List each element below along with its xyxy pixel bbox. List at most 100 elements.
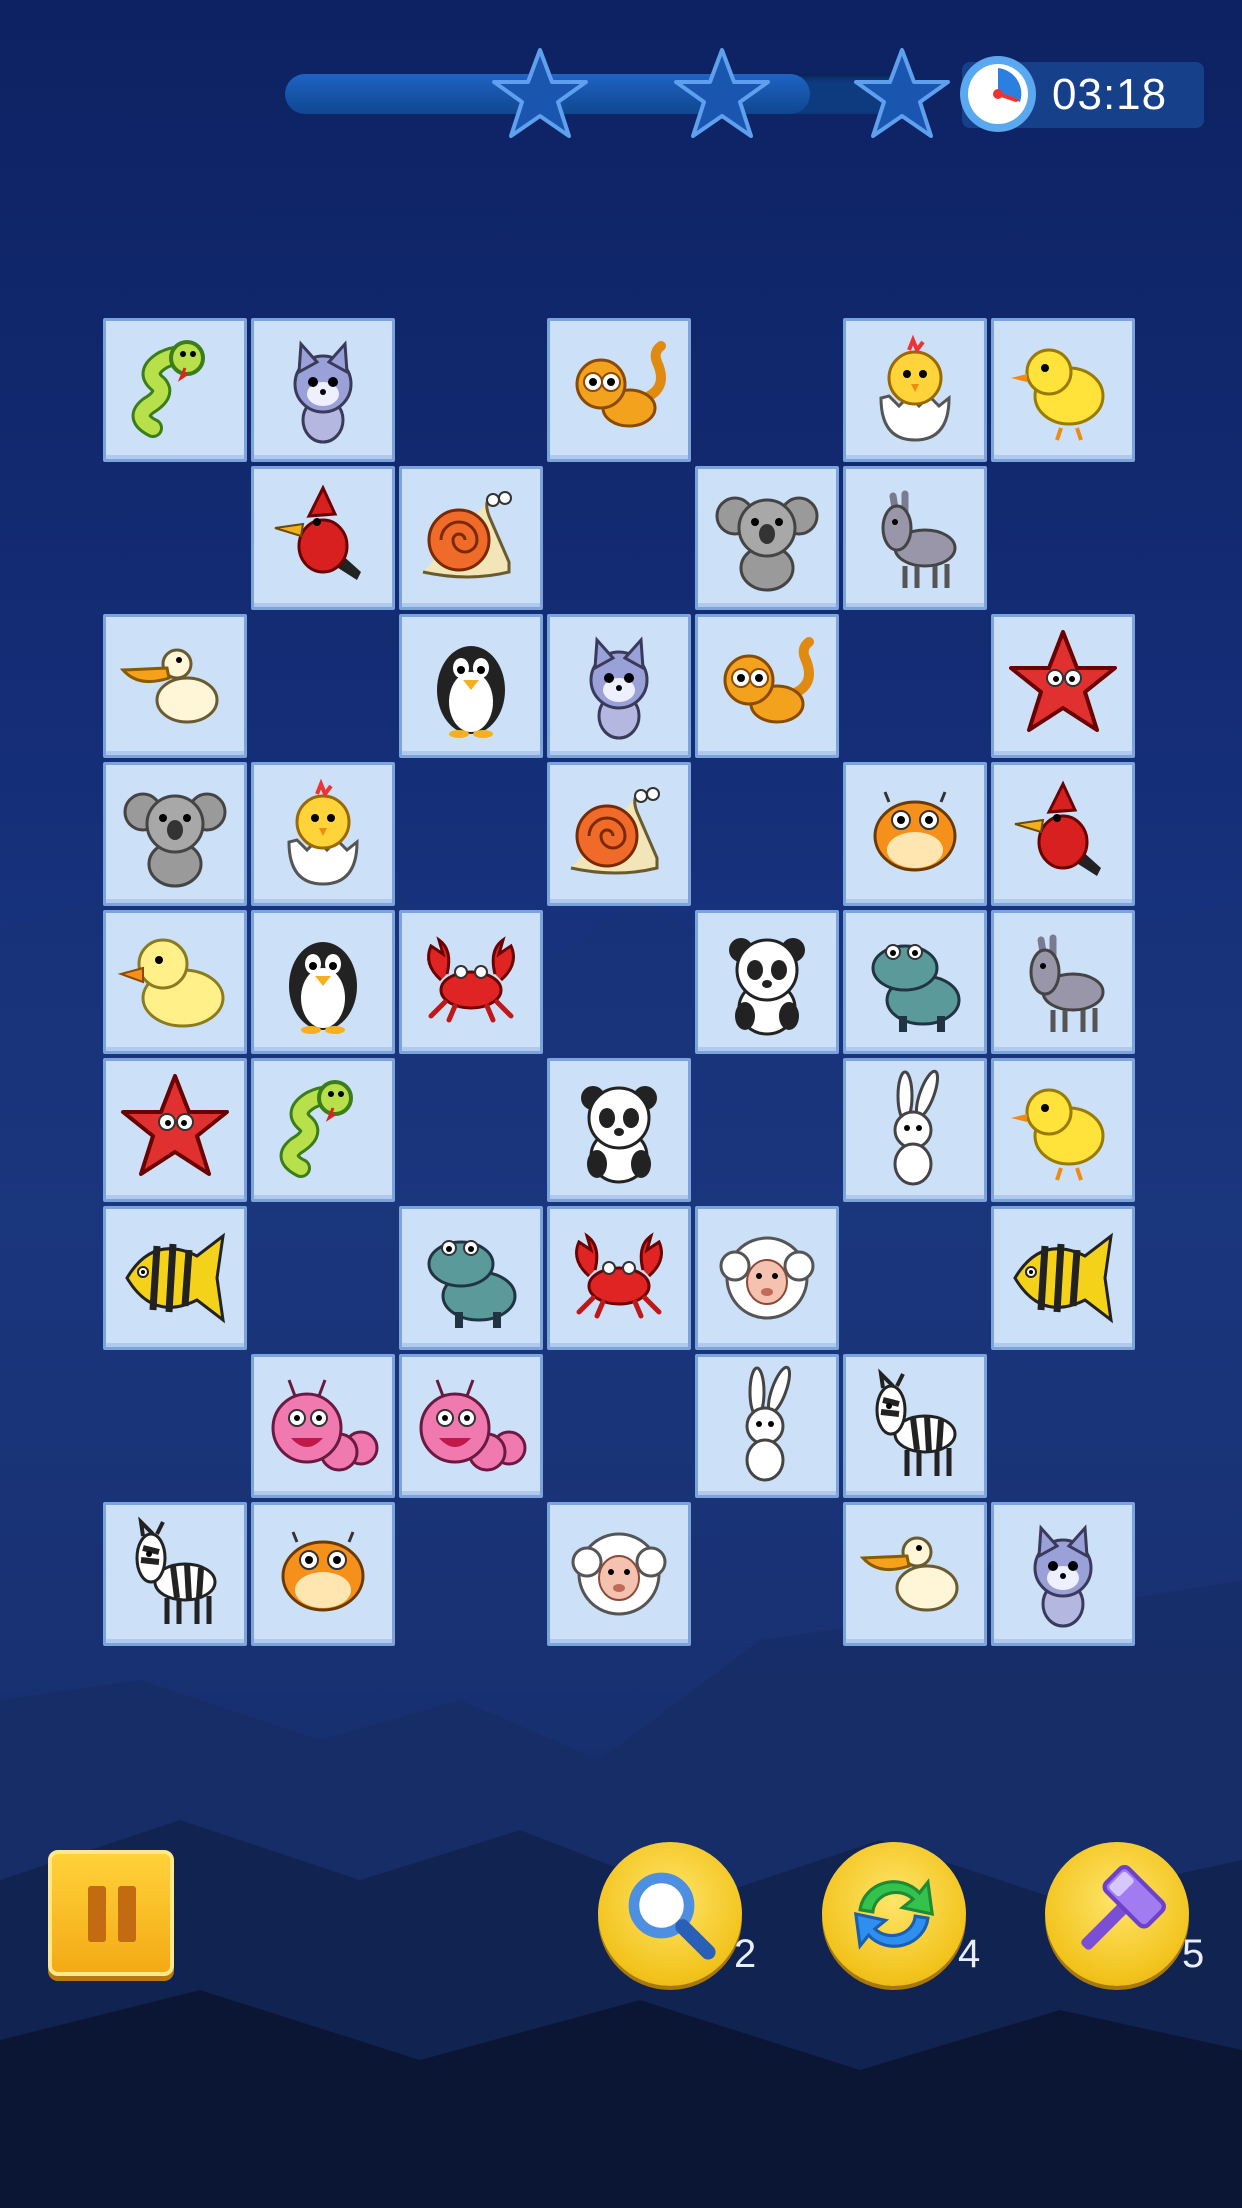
- koala-icon: [123, 792, 227, 888]
- cardinal-icon: [274, 484, 361, 580]
- chick-egg-icon: [879, 334, 951, 442]
- starfish-icon: [121, 1074, 229, 1176]
- penguin-icon: [437, 646, 505, 738]
- tile-panda[interactable]: [695, 910, 839, 1054]
- tile-caterpillar[interactable]: [399, 1354, 543, 1498]
- tile-koala[interactable]: [695, 466, 839, 610]
- crab-icon: [575, 1232, 663, 1319]
- tile-hippo[interactable]: [843, 910, 987, 1054]
- tile-angelfish[interactable]: [991, 1206, 1135, 1350]
- tile-angelfish[interactable]: [103, 1206, 247, 1350]
- level-progress-bar: [285, 74, 925, 114]
- tile-sheep[interactable]: [547, 1502, 691, 1646]
- pelican-icon: [859, 1536, 959, 1612]
- tile-caterpillar[interactable]: [251, 1354, 395, 1498]
- star-icon: [854, 48, 950, 138]
- tile-pufferfish[interactable]: [251, 1502, 395, 1646]
- hint-count: 2: [734, 1932, 757, 1976]
- pause-icon: [118, 1886, 136, 1942]
- lemur-icon: [723, 637, 814, 724]
- pufferfish-icon: [873, 791, 957, 872]
- star-icon: [674, 48, 770, 138]
- panda-icon: [729, 938, 805, 1036]
- tile-snake[interactable]: [251, 1058, 395, 1202]
- timer-text: 03:18: [1052, 70, 1168, 119]
- tile-lemur[interactable]: [547, 318, 691, 462]
- shuffle-button[interactable]: [822, 1842, 966, 1986]
- zebra-icon: [875, 1368, 957, 1476]
- tile-hippo[interactable]: [399, 1206, 543, 1350]
- tile-chick[interactable]: [991, 1058, 1135, 1202]
- hammer-count: 5: [1182, 1932, 1205, 1976]
- cardinal-icon: [1014, 780, 1101, 876]
- tile-penguin[interactable]: [251, 910, 395, 1054]
- tile-chick[interactable]: [991, 318, 1135, 462]
- hippo-icon: [871, 944, 961, 1032]
- tile-chick-egg[interactable]: [251, 762, 395, 906]
- tile-chick-egg[interactable]: [843, 318, 987, 462]
- koala-icon: [715, 496, 819, 592]
- tile-zebra[interactable]: [843, 1354, 987, 1498]
- tile-donkey[interactable]: [843, 466, 987, 610]
- tile-crab[interactable]: [547, 1206, 691, 1350]
- pelican-icon: [119, 648, 219, 724]
- snail-icon: [422, 491, 512, 579]
- tile-koala[interactable]: [103, 762, 247, 906]
- tile-zebra[interactable]: [103, 1502, 247, 1646]
- wolf-icon: [1033, 1524, 1093, 1628]
- panda-icon: [581, 1086, 657, 1184]
- tile-cardinal[interactable]: [991, 762, 1135, 906]
- rabbit-icon: [745, 1365, 792, 1482]
- sheep-icon: [719, 1236, 815, 1320]
- tile-snake[interactable]: [103, 318, 247, 462]
- chick-icon: [1011, 348, 1105, 441]
- donkey-icon: [1029, 934, 1105, 1032]
- zebra-icon: [135, 1516, 217, 1624]
- lemur-icon: [575, 341, 666, 428]
- rabbit-icon: [893, 1069, 940, 1186]
- pause-icon: [88, 1886, 106, 1942]
- tile-panda[interactable]: [547, 1058, 691, 1202]
- tile-snail[interactable]: [399, 466, 543, 610]
- caterpillar-icon: [419, 1379, 527, 1472]
- tile-sheep[interactable]: [695, 1206, 839, 1350]
- hammer-button[interactable]: [1045, 1842, 1189, 1986]
- hint-button[interactable]: [598, 1842, 742, 1986]
- tile-pufferfish[interactable]: [843, 762, 987, 906]
- crab-icon: [427, 936, 515, 1023]
- duck-icon: [117, 938, 225, 1028]
- tile-wolf[interactable]: [547, 614, 691, 758]
- chick-egg-icon: [287, 778, 359, 886]
- angelfish-icon: [1013, 1232, 1114, 1324]
- tile-penguin[interactable]: [399, 614, 543, 758]
- shuffle-icon: [853, 1878, 935, 1950]
- tile-wolf[interactable]: [251, 318, 395, 462]
- shuffle-count: 4: [958, 1932, 981, 1976]
- tile-snail[interactable]: [547, 762, 691, 906]
- tile-rabbit[interactable]: [695, 1354, 839, 1498]
- hammer-icon: [1081, 1865, 1166, 1950]
- starfish-icon: [1009, 630, 1117, 732]
- tile-pelican[interactable]: [103, 614, 247, 758]
- tile-crab[interactable]: [399, 910, 543, 1054]
- tile-cardinal[interactable]: [251, 466, 395, 610]
- tile-starfish[interactable]: [991, 614, 1135, 758]
- snake-icon: [279, 1080, 353, 1178]
- tile-wolf[interactable]: [991, 1502, 1135, 1646]
- donkey-icon: [881, 490, 957, 588]
- tile-starfish[interactable]: [103, 1058, 247, 1202]
- tile-lemur[interactable]: [695, 614, 839, 758]
- tile-duck[interactable]: [103, 910, 247, 1054]
- angelfish-icon: [125, 1232, 226, 1324]
- tile-rabbit[interactable]: [843, 1058, 987, 1202]
- hippo-icon: [427, 1240, 517, 1328]
- magnifier-icon: [628, 1872, 716, 1960]
- tile-pelican[interactable]: [843, 1502, 987, 1646]
- chick-icon: [1011, 1088, 1105, 1181]
- penguin-icon: [289, 942, 357, 1034]
- snake-icon: [131, 340, 205, 438]
- wolf-icon: [589, 636, 649, 740]
- pause-button[interactable]: [48, 1850, 174, 1976]
- snail-icon: [570, 787, 660, 875]
- tile-donkey[interactable]: [991, 910, 1135, 1054]
